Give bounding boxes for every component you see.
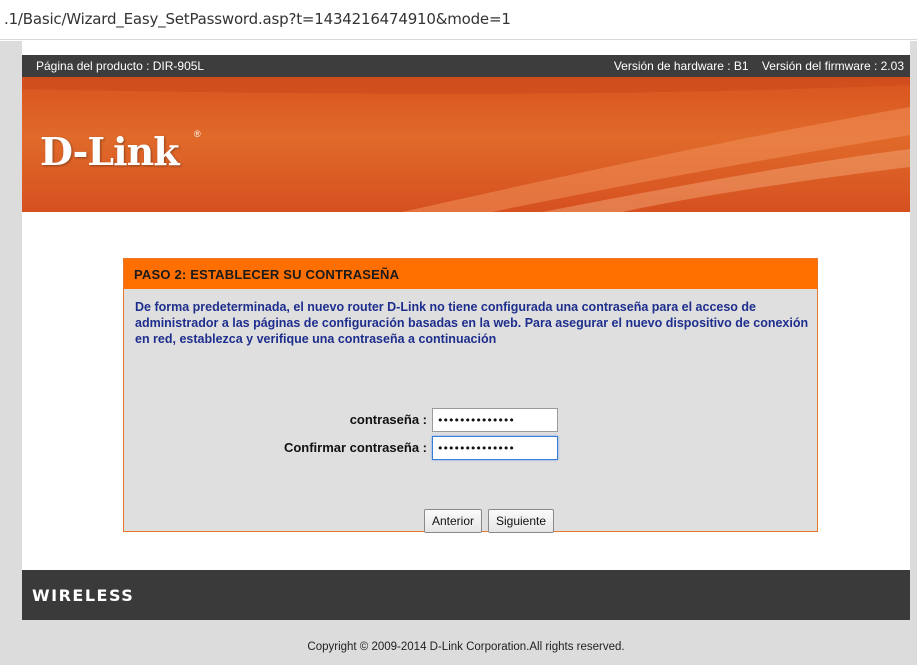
wizard-title: PASO 2: ESTABLECER SU CONTRASEÑA (134, 267, 400, 282)
url-text[interactable]: .1/Basic/Wizard_Easy_SetPassword.asp?t=1… (4, 10, 511, 28)
hardware-version: Versión de hardware : B1 (613, 59, 749, 73)
browser-window: .1/Basic/Wizard_Easy_SetPassword.asp?t=1… (0, 0, 917, 665)
confirm-password-input[interactable] (432, 436, 558, 460)
info-bar: Página del producto : DIR-905L Versión d… (22, 55, 910, 77)
copyright-text: Copyright © 2009-2014 D-Link Corporation… (307, 641, 625, 653)
wireless-footer-bar: WIRELESS (22, 570, 910, 620)
password-label: contraseña : (349, 412, 427, 427)
registered-mark: ® (194, 129, 201, 139)
wizard-header: PASO 2: ESTABLECER SU CONTRASEÑA (124, 259, 817, 289)
router-admin-page: Página del producto : DIR-905L Versión d… (22, 41, 910, 665)
next-button[interactable]: Siguiente (488, 509, 554, 533)
product-page-link[interactable]: Página del producto : DIR-905L (36, 59, 204, 73)
password-row: contraseña : (124, 408, 817, 432)
confirm-password-label: Confirmar contraseña : (283, 440, 427, 455)
copyright-footer: Copyright © 2009-2014 D-Link Corporation… (22, 620, 910, 665)
confirm-password-row: Confirmar contraseña : (124, 436, 817, 460)
address-bar[interactable]: .1/Basic/Wizard_Easy_SetPassword.asp?t=1… (0, 0, 917, 40)
wizard-description: De forma predeterminada, el nuevo router… (135, 300, 809, 346)
version-info: Versión de hardware : B1 Versión del fir… (614, 59, 904, 73)
firmware-version: Versión del firmware : 2.03 (761, 59, 904, 73)
brand-banner: D-Link ® (22, 77, 910, 212)
wireless-logo: WIRELESS (32, 586, 135, 605)
dlink-logo: D-Link (40, 129, 180, 174)
set-password-wizard: PASO 2: ESTABLECER SU CONTRASEÑA De form… (123, 258, 818, 533)
password-input[interactable] (432, 408, 558, 432)
previous-button[interactable]: Anterior (424, 509, 482, 533)
